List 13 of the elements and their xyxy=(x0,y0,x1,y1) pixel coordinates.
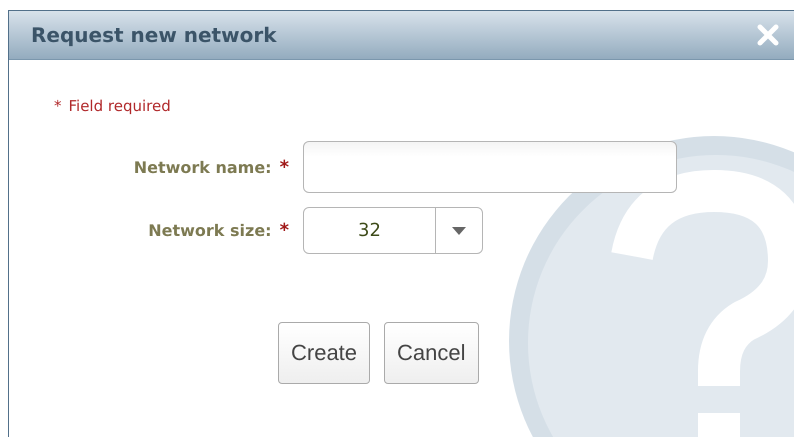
caret-icon xyxy=(452,226,466,234)
required-mark: * xyxy=(280,156,289,178)
network-size-dropdown[interactable]: 32 xyxy=(303,207,483,254)
network-name-field[interactable] xyxy=(303,141,677,193)
create-button[interactable]: Create xyxy=(278,322,370,384)
required-mark: * xyxy=(280,220,289,241)
field-label: Network size: xyxy=(148,221,272,240)
cancel-button[interactable]: Cancel xyxy=(384,322,479,384)
required-mark: * xyxy=(54,97,62,115)
close-icon[interactable] xyxy=(757,24,779,46)
dialog-title: Request new network xyxy=(31,23,276,47)
required-note: Field required xyxy=(68,97,171,115)
field-label: Network name: xyxy=(134,158,272,176)
